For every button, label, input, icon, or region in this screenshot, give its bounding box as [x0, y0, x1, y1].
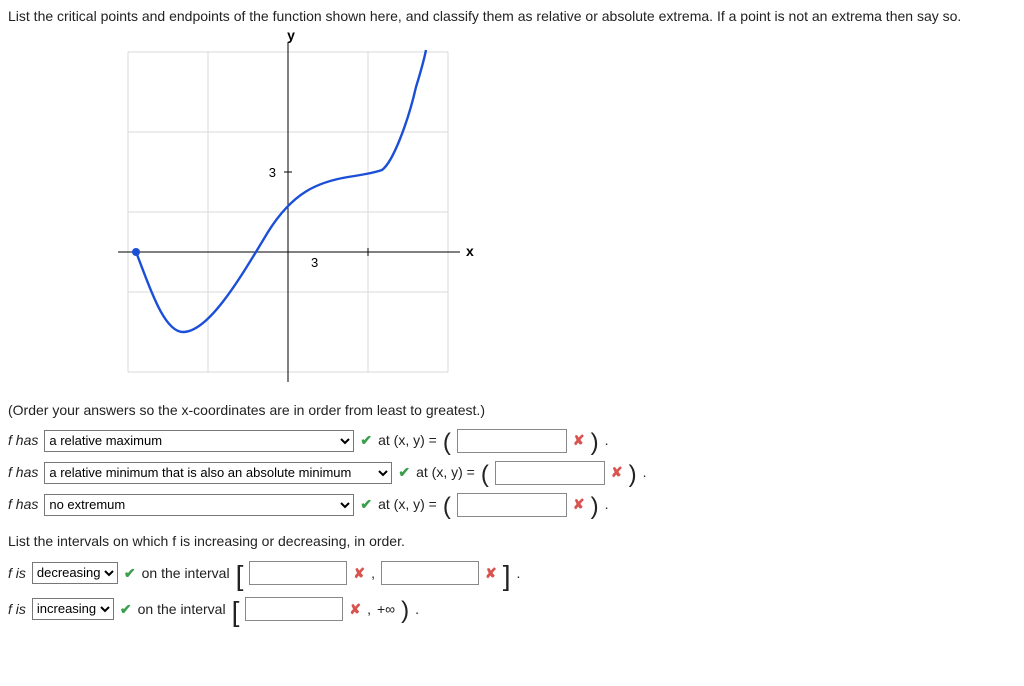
check-icon-2: ✔ — [398, 462, 410, 482]
f-is-label-2: f is — [8, 599, 26, 619]
on-interval-label-1: on the interval — [142, 563, 230, 583]
close-paren-inf: ) — [401, 599, 409, 623]
open-bracket-2: [ — [232, 598, 240, 626]
open-bracket-1: [ — [236, 562, 244, 590]
period-2: . — [643, 462, 647, 482]
xy-input-2[interactable] — [495, 461, 605, 485]
xy-input-1[interactable] — [457, 429, 567, 453]
open-paren-3: ( — [443, 495, 451, 519]
check-icon-dec: ✔ — [124, 563, 136, 583]
interval-row-2: f is increasing ✔ on the interval [ ✘ , … — [8, 595, 1016, 623]
plus-infinity: +∞ — [377, 599, 395, 619]
xy-input-3[interactable] — [457, 493, 567, 517]
extremum-select-1[interactable]: a relative maximum — [44, 430, 354, 452]
comma-2: , — [367, 599, 371, 619]
f-has-label-3: f has — [8, 494, 38, 514]
cross-icon-i1b: ✘ — [485, 563, 497, 583]
close-paren-3: ) — [591, 495, 599, 519]
y-axis-label: y — [287, 32, 295, 43]
close-bracket-1: ] — [503, 562, 511, 590]
classify-row-1: f has a relative maximum ✔ at (x, y) = (… — [8, 429, 1016, 453]
f-is-label-1: f is — [8, 563, 26, 583]
f-has-label-2: f has — [8, 462, 38, 482]
comma-1: , — [371, 563, 375, 583]
period-i1: . — [517, 563, 521, 583]
extremum-select-3[interactable]: no extremum — [44, 494, 354, 516]
interval-row-1: f is decreasing ✔ on the interval [ ✘ , … — [8, 559, 1016, 587]
on-interval-label-2: on the interval — [138, 599, 226, 619]
cross-icon-i2a: ✘ — [349, 599, 361, 619]
interval-input-1a[interactable] — [249, 561, 347, 585]
period-i2: . — [415, 599, 419, 619]
at-xy-label-1: at (x, y) = — [378, 430, 437, 450]
check-icon-1: ✔ — [360, 430, 372, 450]
at-xy-label-2: at (x, y) = — [416, 462, 475, 482]
open-paren-1: ( — [443, 431, 451, 455]
period-1: . — [605, 430, 609, 450]
question-text: List the critical points and endpoints o… — [8, 6, 1016, 26]
ordering-hint: (Order your answers so the x-coordinates… — [8, 400, 1016, 420]
interval-input-1b[interactable] — [381, 561, 479, 585]
cross-icon-i1a: ✘ — [353, 563, 365, 583]
close-paren-1: ) — [591, 431, 599, 455]
classify-row-3: f has no extremum ✔ at (x, y) = ( ✘ ) . — [8, 493, 1016, 517]
function-graph: y x 3 3 — [108, 32, 1016, 392]
cross-icon-2: ✘ — [611, 462, 623, 482]
period-3: . — [605, 494, 609, 514]
close-paren-2: ) — [629, 463, 637, 487]
open-paren-2: ( — [481, 463, 489, 487]
check-icon-3: ✔ — [360, 494, 372, 514]
extremum-select-2[interactable]: a relative minimum that is also an absol… — [44, 462, 392, 484]
classify-row-2: f has a relative minimum that is also an… — [8, 461, 1016, 485]
monotone-select-1[interactable]: decreasing — [32, 562, 118, 584]
cross-icon-3: ✘ — [573, 494, 585, 514]
cross-icon-1: ✘ — [573, 430, 585, 450]
x-axis-label: x — [466, 243, 474, 259]
check-icon-inc: ✔ — [120, 599, 132, 619]
at-xy-label-3: at (x, y) = — [378, 494, 437, 514]
monotone-select-2[interactable]: increasing — [32, 598, 114, 620]
x-tick-3: 3 — [311, 255, 318, 270]
y-tick-3: 3 — [269, 165, 276, 180]
f-has-label: f has — [8, 430, 38, 450]
intervals-prompt: List the intervals on which f is increas… — [8, 531, 1016, 551]
interval-input-2a[interactable] — [245, 597, 343, 621]
